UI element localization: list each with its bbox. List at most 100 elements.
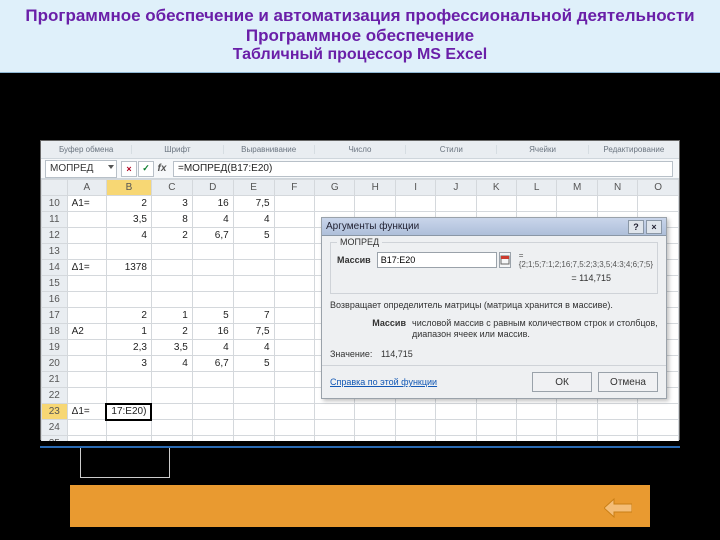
cell-E11[interactable]: 4 xyxy=(233,212,274,228)
cell-B15[interactable] xyxy=(106,276,151,292)
enter-formula-button[interactable]: ✓ xyxy=(138,161,154,177)
cell-B17[interactable]: 2 xyxy=(106,308,151,324)
cell-F19[interactable] xyxy=(274,340,314,356)
cell-G24[interactable] xyxy=(314,420,355,436)
cell-E12[interactable]: 5 xyxy=(233,228,274,244)
cell-E17[interactable]: 7 xyxy=(233,308,274,324)
cell-E18[interactable]: 7,5 xyxy=(233,324,274,340)
cell-E21[interactable] xyxy=(233,372,274,388)
ribbon-group-styles[interactable]: Стили xyxy=(406,145,497,154)
formula-bar[interactable]: =МОПРЕД(B17:E20) xyxy=(173,161,673,177)
cell-C16[interactable] xyxy=(151,292,192,308)
cell-D23[interactable] xyxy=(192,404,233,420)
cell-E13[interactable] xyxy=(233,244,274,260)
cell-D19[interactable]: 4 xyxy=(192,340,233,356)
cell-N23[interactable] xyxy=(597,404,637,420)
cell-B20[interactable]: 3 xyxy=(106,356,151,372)
cell-F14[interactable] xyxy=(274,260,314,276)
cell-O10[interactable] xyxy=(638,196,679,212)
ok-button[interactable]: ОК xyxy=(532,372,592,392)
cell-A20[interactable] xyxy=(67,356,106,372)
cell-A14[interactable]: Δ1= xyxy=(67,260,106,276)
cell-A22[interactable] xyxy=(67,388,106,404)
cell-A13[interactable] xyxy=(67,244,106,260)
cell-B24[interactable] xyxy=(106,420,151,436)
cell-F17[interactable] xyxy=(274,308,314,324)
cell-B23[interactable]: 17:E20) xyxy=(106,404,151,420)
cell-E25[interactable] xyxy=(233,436,274,442)
cell-D11[interactable]: 4 xyxy=(192,212,233,228)
cell-E22[interactable] xyxy=(233,388,274,404)
ribbon-group-clipboard[interactable]: Буфер обмена xyxy=(41,145,132,154)
cell-F13[interactable] xyxy=(274,244,314,260)
cell-B12[interactable]: 4 xyxy=(106,228,151,244)
cell-L23[interactable] xyxy=(516,404,556,420)
cell-K25[interactable] xyxy=(476,436,516,442)
cell-F15[interactable] xyxy=(274,276,314,292)
cell-E19[interactable]: 4 xyxy=(233,340,274,356)
cell-A21[interactable] xyxy=(67,372,106,388)
cell-A15[interactable] xyxy=(67,276,106,292)
cell-C18[interactable]: 2 xyxy=(151,324,192,340)
dialog-close-button[interactable]: × xyxy=(646,220,662,234)
cell-O23[interactable] xyxy=(638,404,679,420)
cell-E10[interactable]: 7,5 xyxy=(233,196,274,212)
cell-I24[interactable] xyxy=(395,420,435,436)
cell-C25[interactable] xyxy=(151,436,192,442)
cell-D21[interactable] xyxy=(192,372,233,388)
cell-I25[interactable] xyxy=(395,436,435,442)
cell-B18[interactable]: 1 xyxy=(106,324,151,340)
cell-J10[interactable] xyxy=(436,196,476,212)
cell-J23[interactable] xyxy=(436,404,476,420)
cell-D17[interactable]: 5 xyxy=(192,308,233,324)
cell-D25[interactable] xyxy=(192,436,233,442)
cell-M25[interactable] xyxy=(557,436,598,442)
cell-C11[interactable]: 8 xyxy=(151,212,192,228)
cell-A16[interactable] xyxy=(67,292,106,308)
cell-L25[interactable] xyxy=(516,436,556,442)
ribbon-group-font[interactable]: Шрифт xyxy=(132,145,223,154)
cell-E16[interactable] xyxy=(233,292,274,308)
cell-D20[interactable]: 6,7 xyxy=(192,356,233,372)
cell-F22[interactable] xyxy=(274,388,314,404)
cell-B14[interactable]: 1378 xyxy=(106,260,151,276)
cell-N25[interactable] xyxy=(597,436,637,442)
cell-B13[interactable] xyxy=(106,244,151,260)
arg-input[interactable] xyxy=(377,252,497,268)
cell-B10[interactable]: 2 xyxy=(106,196,151,212)
cancel-formula-button[interactable]: × xyxy=(121,161,137,177)
cell-H24[interactable] xyxy=(355,420,395,436)
cell-H10[interactable] xyxy=(355,196,395,212)
cell-F12[interactable] xyxy=(274,228,314,244)
cell-D16[interactable] xyxy=(192,292,233,308)
cell-D24[interactable] xyxy=(192,420,233,436)
cell-J24[interactable] xyxy=(436,420,476,436)
cell-C20[interactable]: 4 xyxy=(151,356,192,372)
cell-F11[interactable] xyxy=(274,212,314,228)
cell-A12[interactable] xyxy=(67,228,106,244)
ribbon-group-cells[interactable]: Ячейки xyxy=(497,145,588,154)
cell-E20[interactable]: 5 xyxy=(233,356,274,372)
cell-F20[interactable] xyxy=(274,356,314,372)
cell-F23[interactable] xyxy=(274,404,314,420)
cell-D12[interactable]: 6,7 xyxy=(192,228,233,244)
cell-B22[interactable] xyxy=(106,388,151,404)
cell-G23[interactable] xyxy=(314,404,355,420)
cell-E23[interactable] xyxy=(233,404,274,420)
cell-F10[interactable] xyxy=(274,196,314,212)
cell-M24[interactable] xyxy=(557,420,598,436)
cell-I10[interactable] xyxy=(395,196,435,212)
cell-C14[interactable] xyxy=(151,260,192,276)
cell-F24[interactable] xyxy=(274,420,314,436)
cell-D18[interactable]: 16 xyxy=(192,324,233,340)
cell-I23[interactable] xyxy=(395,404,435,420)
cell-B19[interactable]: 2,3 xyxy=(106,340,151,356)
cell-C21[interactable] xyxy=(151,372,192,388)
cell-K24[interactable] xyxy=(476,420,516,436)
dialog-titlebar[interactable]: Аргументы функции ? × xyxy=(322,218,666,236)
cell-L24[interactable] xyxy=(516,420,556,436)
cell-N10[interactable] xyxy=(597,196,637,212)
cell-F25[interactable] xyxy=(274,436,314,442)
cell-C12[interactable]: 2 xyxy=(151,228,192,244)
ribbon-group-alignment[interactable]: Выравнивание xyxy=(224,145,315,154)
